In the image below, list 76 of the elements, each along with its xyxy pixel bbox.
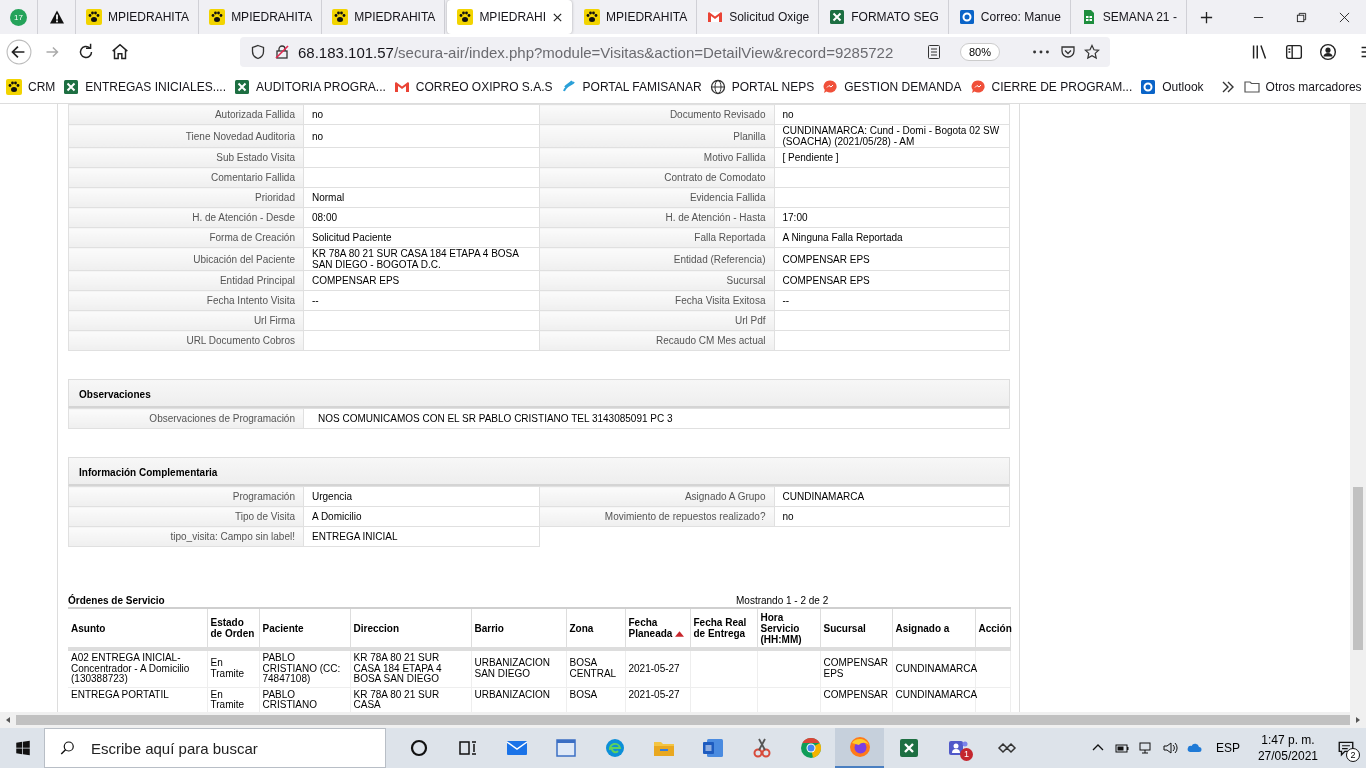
field-value: NOS COMUNICAMOS CON EL SR PABLO CRISTIANO TEL 3143085091 PC 3 [303, 408, 1010, 429]
column-header[interactable]: Sucursal [820, 608, 892, 649]
field-value: KR 78A 80 21 SUR CASA 184 ETAPA 4 BOSA SAN DIEGO - BOGOTA D.C. [303, 247, 539, 271]
notification-badge: 1 [960, 748, 973, 761]
table-cell: CUNDINAMARCA [892, 649, 975, 687]
language-indicator[interactable]: ESP [1215, 741, 1240, 755]
bookmark[interactable]: CIERRE DE PROGRAM... [969, 78, 1133, 95]
field-label: Entidad Principal [68, 270, 304, 291]
bookmark[interactable]: Outlook [1140, 78, 1204, 95]
column-header[interactable]: Zona [566, 608, 625, 649]
address-bar[interactable]: 68.183.101.57/secura-air/index.php?module=Visitas&action=DetailView&record=9285722 80% [240, 37, 1110, 67]
column-header[interactable]: Fecha Planeada [625, 608, 690, 649]
column-header[interactable]: Direccion [350, 608, 471, 649]
field-label: Tipo de Visita [68, 506, 304, 527]
field-label: Asignado A Grupo [539, 486, 774, 507]
field-label: Documento Revisado [539, 104, 774, 125]
field-label: Forma de Creación [68, 227, 304, 248]
column-header[interactable]: Barrio [471, 608, 566, 649]
field-label: Observaciones de Programación [68, 408, 304, 429]
search-field[interactable]: Escribe aquí para buscar [44, 728, 386, 768]
clock[interactable]: 1:47 p. m. 27/05/2021 [1257, 732, 1318, 764]
section-title: Información Complementaria [68, 457, 1010, 486]
field-label: Programación [68, 486, 304, 507]
column-header[interactable]: Hora Servicio (HH:MM) [757, 608, 820, 649]
bookmark[interactable]: PORTAL FAMISANAR [560, 78, 702, 95]
table-cell: En Tramite [207, 649, 259, 687]
bookmark[interactable]: CRM [6, 78, 56, 95]
field-label: URL Documento Cobros [68, 330, 304, 351]
field-label: Ubicación del Paciente [68, 247, 304, 271]
column-header[interactable]: Estado de Orden [207, 608, 259, 649]
field-value: CUNDINAMARCA: Cund - Domi - Bogota 02 SW (SOACHA) (2021/05/28) - AM [774, 124, 1010, 148]
column-header[interactable]: Asunto [68, 608, 207, 649]
table-cell: KR 78A 80 21 SUR CASA 184 ETAPA 4 BOSA SAN DIEGO [350, 649, 471, 687]
field-label: Url Firma [68, 310, 304, 331]
field-label: tipo_visita: Campo sin label! [68, 526, 304, 547]
bookmark-folder[interactable]: Otros marcadores [1243, 78, 1362, 95]
field-value: no [303, 124, 539, 148]
column-header[interactable]: Fecha Real de Entrega [690, 608, 757, 649]
column-header[interactable]: Paciente [259, 608, 350, 649]
browser-tab[interactable]: MPIEDRAHI [447, 0, 573, 34]
bookmark[interactable]: GESTION DEMANDA [822, 78, 962, 95]
field-value: no [303, 104, 539, 125]
table-cell: COMPENSAR EPS [820, 649, 892, 687]
notifications-button[interactable]: 2 [1326, 728, 1366, 768]
field-label: Planilla [539, 124, 774, 148]
field-label: Entidad (Referencia) [539, 247, 774, 271]
taskbar-app[interactable]: 1 [933, 728, 982, 768]
field-value: CUNDINAMARCA [774, 486, 1010, 507]
field-label: Sub Estado Visita [68, 147, 304, 168]
field-value: Urgencia [303, 486, 539, 507]
table-cell: PABLO CRISTIANO (CC: 74847108) [259, 649, 350, 687]
zoom-level[interactable]: 80% [959, 43, 1000, 61]
pagination-text: Mostrando 1 - 2 de 2 [736, 594, 829, 606]
field-label: Tiene Novedad Auditoria [68, 124, 304, 148]
table-cell: URBANIZACION SAN DIEGO [471, 649, 566, 687]
field-label: Prioridad [68, 187, 304, 208]
section-title: Observaciones [68, 379, 1010, 408]
field-label: H. de Atención - Desde [68, 207, 304, 228]
column-header[interactable]: Acción [975, 608, 1010, 649]
field-label: Fecha Intento Visita [68, 290, 304, 311]
bookmark[interactable]: CORREO OXIPRO S.A.S [393, 78, 553, 95]
table-cell: A02 ENTREGA INICIAL- Concentrador - A Domicilio (130388723) [68, 649, 207, 687]
unread-count: 17 [10, 8, 27, 26]
table-cell: BOSA CENTRAL [566, 649, 625, 687]
bookmark[interactable]: PORTAL NEPS [709, 78, 815, 95]
field-value: no [774, 104, 1010, 125]
bookmark[interactable]: AUDITORIA PROGRA... [234, 78, 386, 95]
column-header[interactable]: Asignado a [892, 608, 975, 649]
notification-badge: 2 [1346, 748, 1360, 762]
section-title: Órdenes de Servicio [68, 594, 166, 606]
field-label: Autorizada Fallida [68, 104, 304, 125]
field-value: COMPENSAR EPS [774, 247, 1010, 271]
bookmark[interactable]: ENTREGAS INICIALES.... [63, 78, 227, 95]
table-cell: 2021-05-27 [625, 649, 690, 687]
url-text: 68.183.101.57/secura-air/index.php?module=Visitas&action=DetailView&record=9285722 [298, 43, 894, 61]
field-label: Comentario Fallida [68, 167, 304, 188]
